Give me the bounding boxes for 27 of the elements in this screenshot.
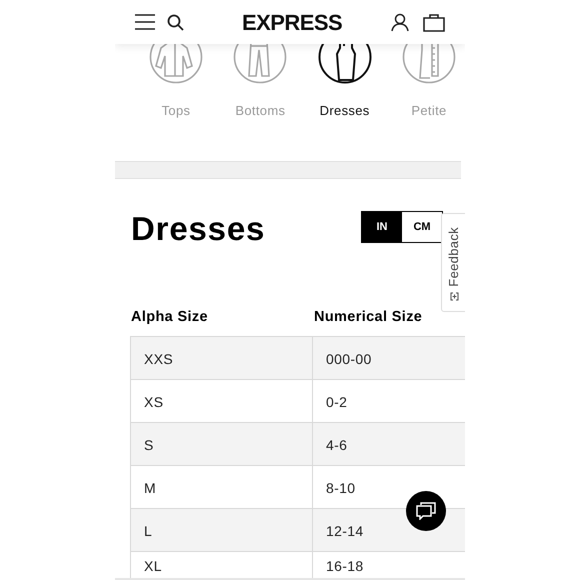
column-header: Numerical Size (314, 308, 422, 327)
column-header: Alpha Size (131, 308, 209, 327)
table-cell: S (131, 422, 313, 465)
feedback-label: Feedback (445, 227, 462, 287)
table-cell-text: 0-2 (325, 392, 348, 412)
table-cell: XS (131, 380, 313, 422)
search-icon[interactable] (167, 14, 184, 30)
table-cell: XL (131, 552, 313, 578)
table-cell-text: 12-14 (325, 522, 365, 541)
table-cell-text: 16-18 (325, 556, 365, 576)
menu-icon[interactable] (135, 14, 155, 30)
category-label[interactable]: Dresses (320, 101, 370, 120)
table-cell: M (131, 466, 313, 508)
feedback-tab[interactable]: Feedback (441, 213, 465, 312)
chat-icon (416, 502, 436, 520)
shopping-bag-icon[interactable] (423, 12, 445, 32)
table-cell: L (131, 508, 313, 551)
table-cell-text: 8-10 (325, 478, 356, 498)
unit-toggle[interactable]: IN (362, 212, 402, 242)
dress-icon[interactable] (318, 44, 372, 84)
section-title: Dresses (131, 208, 266, 248)
account-icon[interactable] (391, 12, 409, 32)
table-cell-text: 000-00 (325, 350, 373, 369)
table-cell: XXS (131, 336, 313, 379)
table-cell-text: 4-6 (325, 436, 348, 455)
plus-bracket-icon (450, 292, 458, 301)
brand-logo[interactable]: EXPRESS (242, 6, 342, 38)
